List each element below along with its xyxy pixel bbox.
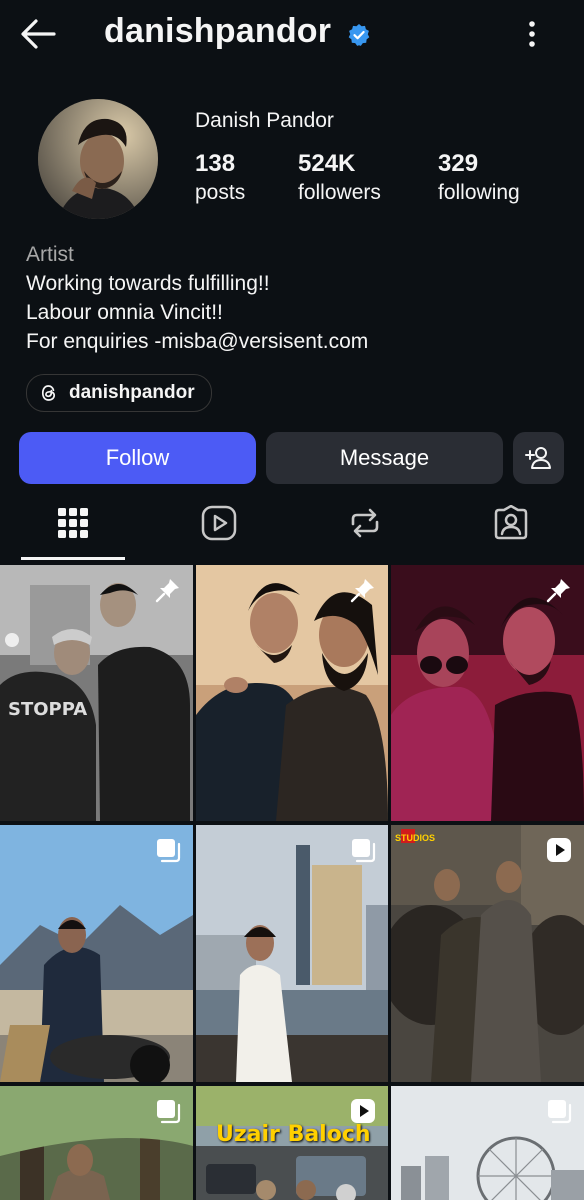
post-thumbnail[interactable] — [0, 825, 193, 1082]
followers-count[interactable]: 524K followers — [298, 150, 381, 205]
profile-category: Artist — [26, 243, 74, 266]
tab-posts-grid[interactable] — [53, 503, 93, 543]
tagged-icon — [494, 505, 528, 540]
following-count[interactable]: 329 following — [438, 150, 520, 205]
tab-reels[interactable] — [199, 503, 239, 543]
profile-username: danishpandor — [104, 12, 332, 50]
top-bar: danishpandor — [0, 0, 584, 70]
post-thumbnail[interactable] — [391, 1086, 584, 1200]
post-thumbnail[interactable] — [196, 565, 388, 821]
post-thumbnail[interactable] — [391, 565, 584, 821]
studio-watermark: STUDIOS — [395, 833, 436, 843]
message-button[interactable]: Message — [266, 432, 503, 484]
add-user-icon — [524, 447, 551, 469]
threads-link[interactable]: danishpandor — [26, 374, 212, 412]
posts-count[interactable]: 138 posts — [195, 150, 245, 205]
profile-display-name: Danish Pandor — [195, 109, 334, 132]
threads-handle: danishpandor — [69, 382, 195, 403]
post-thumbnail[interactable] — [391, 825, 584, 1082]
follow-button[interactable]: Follow — [19, 432, 256, 484]
message-button-label: Message — [339, 445, 430, 470]
post-caption-overlay: Uzair Baloch — [216, 1122, 371, 1147]
reel-icon — [351, 1099, 375, 1123]
svg-text:STOPPA: STOPPA — [8, 699, 87, 720]
profile-tabs — [0, 497, 584, 561]
profile-avatar[interactable] — [38, 99, 158, 219]
following-count-label: following — [438, 181, 520, 204]
pin-icon — [546, 579, 570, 603]
post-thumbnail[interactable] — [196, 825, 388, 1082]
reel-icon — [547, 838, 571, 862]
post-thumbnail[interactable] — [0, 1086, 193, 1200]
posts-count-label: posts — [195, 181, 246, 204]
carousel-icon — [352, 839, 376, 863]
posts-count-value: 138 — [195, 150, 236, 177]
bio-line: Labour omnia Vincit!! — [26, 301, 223, 324]
carousel-icon — [157, 1100, 181, 1124]
verified-badge-icon — [348, 24, 370, 46]
grid-icon — [58, 508, 88, 538]
suggest-users-button[interactable] — [513, 432, 564, 484]
active-tab-indicator — [21, 557, 125, 560]
reposts-icon — [351, 508, 379, 538]
more-vertical-icon[interactable] — [520, 18, 544, 50]
following-count-value: 329 — [438, 150, 479, 177]
tab-tagged[interactable] — [491, 503, 531, 543]
post-thumbnail[interactable]: Uzair Baloch — [196, 1086, 388, 1200]
carousel-icon — [548, 1100, 572, 1124]
bio-line: Working towards fulfilling!! — [26, 272, 270, 295]
threads-icon — [41, 385, 56, 401]
post-thumbnail[interactable]: STOPPA — [0, 565, 193, 821]
profile-bio: Artist Working towards fulfilling!! Labo… — [26, 240, 368, 356]
followers-count-value: 524K — [298, 150, 356, 177]
follow-button-label: Follow — [105, 445, 170, 470]
pin-icon — [155, 579, 179, 603]
tab-reposts[interactable] — [345, 503, 385, 543]
back-arrow-icon[interactable] — [18, 16, 58, 52]
bio-email-line[interactable]: For enquiries -misba@versisent.com — [26, 327, 368, 356]
pin-icon — [350, 579, 374, 603]
reels-icon — [201, 505, 237, 541]
carousel-icon — [157, 839, 181, 863]
followers-count-label: followers — [298, 181, 381, 204]
